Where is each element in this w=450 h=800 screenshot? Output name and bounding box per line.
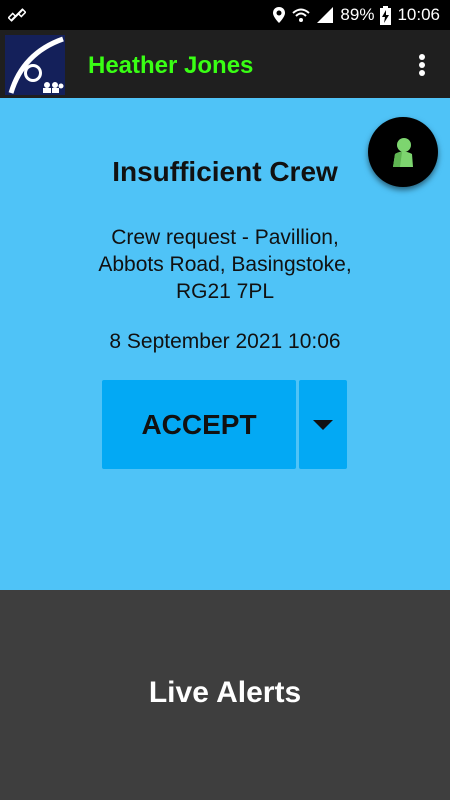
clock: 10:06 [397,5,440,24]
accept-options-button[interactable] [299,380,347,469]
address-line-2: Abbots Road, Basingstoke, [98,253,352,276]
alert-address: Crew request - Pavillion, Abbots Road, B… [70,224,380,305]
logo-icon [5,35,65,95]
crew-fab[interactable] [368,117,438,187]
signal-icon [317,7,334,23]
battery-percent: 89% [340,5,375,24]
wifi-icon [292,8,311,22]
user-name: Heather Jones [88,52,254,79]
address-line-1: Crew request - Pavillion, [111,226,339,249]
alert-datetime: 8 September 2021 10:06 [109,330,341,353]
address-line-3: RG21 7PL [175,280,275,303]
live-alerts-title: Live Alerts [148,676,302,709]
person-icon [393,138,413,167]
more-vert-icon[interactable] [412,50,432,80]
accept-button[interactable]: ACCEPT [102,380,296,469]
app-logo[interactable] [5,35,65,95]
status-bar: 89% 10:06 [0,0,450,30]
battery-charging-icon [380,5,392,25]
accept-button-label: ACCEPT [141,408,257,440]
location-icon [273,7,286,23]
satellite-icon [8,8,26,22]
arrow-drop-down-icon [313,420,333,430]
